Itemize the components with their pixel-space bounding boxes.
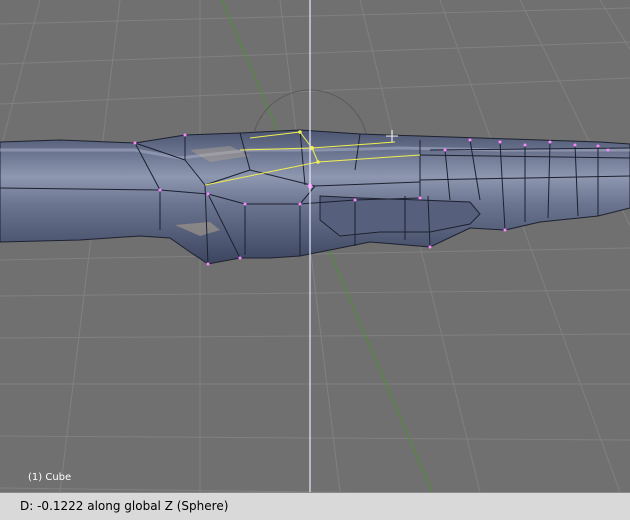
status-bar: D: -0.1222 along global Z (Sphere) — [0, 492, 630, 520]
status-text: D: -0.1222 along global Z (Sphere) — [20, 499, 229, 513]
3d-viewport[interactable]: (1) Cube — [0, 0, 630, 492]
viewport-scene — [0, 0, 630, 492]
mesh-object — [0, 129, 630, 265]
object-label: (1) Cube — [28, 472, 72, 483]
